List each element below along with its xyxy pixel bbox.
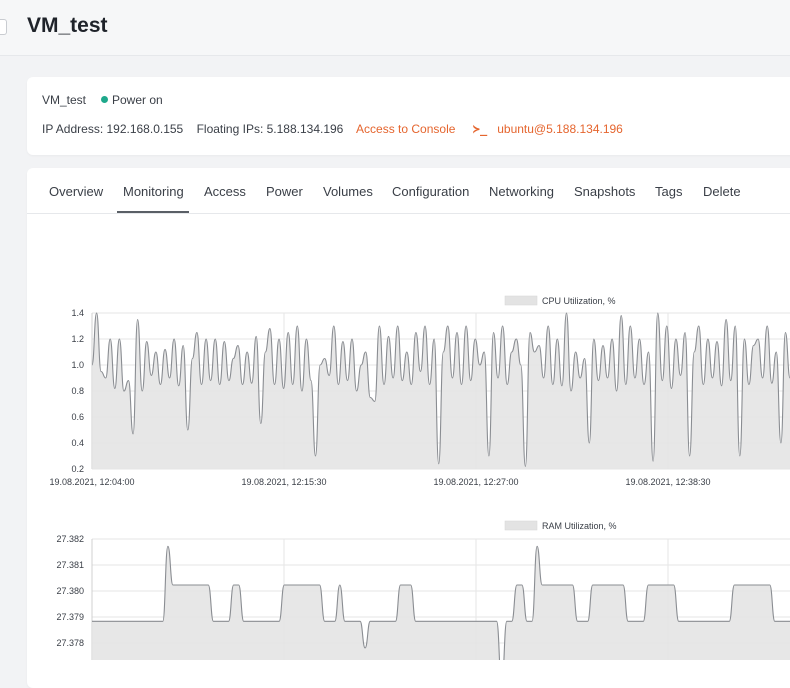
ssh-link-label: ubuntu@5.188.134.196 — [497, 122, 623, 136]
tab-power[interactable]: Power — [266, 184, 303, 199]
access-console-link[interactable]: Access to Console — [356, 122, 455, 136]
tab-overview[interactable]: Overview — [49, 184, 103, 199]
tab-tags[interactable]: Tags — [655, 184, 682, 199]
tab-networking[interactable]: Networking — [489, 184, 554, 199]
monitoring-card: Overview Monitoring Access Power Volumes… — [27, 168, 790, 688]
page-header: VM_test — [0, 0, 790, 56]
tab-volumes[interactable]: Volumes — [323, 184, 373, 199]
ssh-link[interactable]: ≻_ ubuntu@5.188.134.196 — [473, 122, 633, 136]
terminal-icon: ≻_ — [472, 122, 488, 136]
status-label: Power on — [112, 93, 163, 107]
page-title: VM_test — [27, 14, 108, 37]
tab-delete[interactable]: Delete — [703, 184, 741, 199]
status-dot-icon — [101, 96, 108, 103]
power-status: Power on — [101, 93, 163, 107]
tab-configuration[interactable]: Configuration — [392, 184, 469, 199]
vm-network-row: IP Address: 192.168.0.155 Floating IPs: … — [42, 122, 643, 136]
vm-info-card: VM_test Power on IP Address: 192.168.0.1… — [27, 77, 790, 155]
tab-bar: Overview Monitoring Access Power Volumes… — [27, 168, 790, 214]
floating-ips: Floating IPs: 5.188.134.196 — [196, 122, 344, 136]
active-tab-indicator — [117, 211, 189, 213]
tab-snapshots[interactable]: Snapshots — [574, 184, 635, 199]
tab-access[interactable]: Access — [204, 184, 246, 199]
ip-address: IP Address: 192.168.0.155 — [42, 122, 184, 136]
vm-name: VM_test — [42, 93, 87, 107]
back-handle-icon[interactable] — [0, 19, 7, 35]
tab-monitoring[interactable]: Monitoring — [123, 184, 184, 199]
